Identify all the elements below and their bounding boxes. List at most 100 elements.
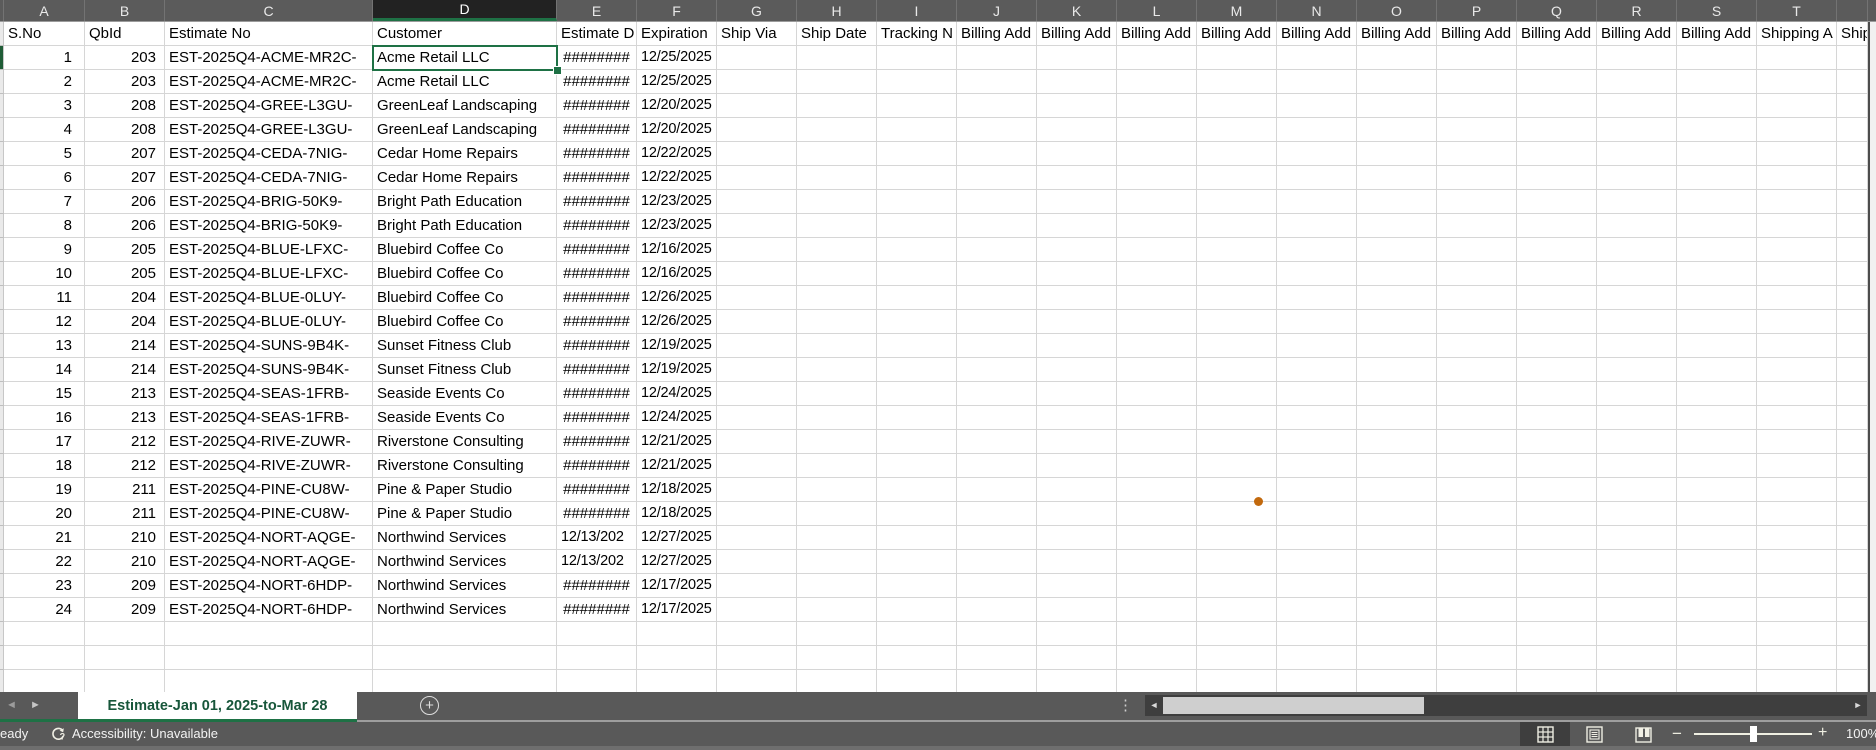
cell-T9[interactable] (1757, 214, 1837, 238)
cell-D11[interactable]: Bluebird Coffee Co (373, 262, 557, 286)
cell-K17[interactable] (1037, 406, 1117, 430)
prev-sheet-arrow-icon[interactable]: ◄ (6, 697, 17, 714)
cell-E2[interactable]: ######## (557, 46, 637, 70)
cell-A20[interactable]: 19 (4, 478, 85, 502)
accessibility-status-label[interactable]: Accessibility: Unavailable (72, 726, 218, 741)
cell-O27[interactable] (1357, 646, 1437, 670)
cell-A5[interactable]: 4 (4, 118, 85, 142)
cell-R28[interactable] (1597, 670, 1677, 692)
cell-M2[interactable] (1197, 46, 1277, 70)
cell-M22[interactable] (1197, 526, 1277, 550)
cell-T1[interactable]: Shipping A (1757, 22, 1837, 46)
cell-A8[interactable]: 7 (4, 190, 85, 214)
cell-M18[interactable] (1197, 430, 1277, 454)
cell-F27[interactable] (637, 646, 717, 670)
cell-E3[interactable]: ######## (557, 70, 637, 94)
cell-E24[interactable]: ######## (557, 574, 637, 598)
cell-S25[interactable] (1677, 598, 1757, 622)
cell-A4[interactable]: 3 (4, 94, 85, 118)
cell-J22[interactable] (957, 526, 1037, 550)
cell-M7[interactable] (1197, 166, 1277, 190)
cell-C4[interactable]: EST-2025Q4-GREE-L3GU- (165, 94, 373, 118)
cell-N15[interactable] (1277, 358, 1357, 382)
cell-U11[interactable] (1837, 262, 1868, 286)
cell-N9[interactable] (1277, 214, 1357, 238)
cell-H21[interactable] (797, 502, 877, 526)
cell-F7[interactable]: 12/22/2025 (637, 166, 717, 190)
cell-F1[interactable]: Expiration (637, 22, 717, 46)
cell-D23[interactable]: Northwind Services (373, 550, 557, 574)
cell-H27[interactable] (797, 646, 877, 670)
cell-Q27[interactable] (1517, 646, 1597, 670)
cell-B23[interactable]: 210 (85, 550, 165, 574)
column-header-O[interactable]: O (1357, 0, 1437, 21)
cell-L27[interactable] (1117, 646, 1197, 670)
cell-O12[interactable] (1357, 286, 1437, 310)
cell-C12[interactable]: EST-2025Q4-BLUE-0LUY- (165, 286, 373, 310)
cell-R8[interactable] (1597, 190, 1677, 214)
cell-U20[interactable] (1837, 478, 1868, 502)
cell-R18[interactable] (1597, 430, 1677, 454)
cell-T7[interactable] (1757, 166, 1837, 190)
cell-N1[interactable]: Billing Add (1277, 22, 1357, 46)
cell-I2[interactable] (877, 46, 957, 70)
cell-U15[interactable] (1837, 358, 1868, 382)
cell-T16[interactable] (1757, 382, 1837, 406)
cell-D24[interactable]: Northwind Services (373, 574, 557, 598)
cell-A16[interactable]: 15 (4, 382, 85, 406)
column-header-R[interactable]: R (1597, 0, 1677, 21)
cell-L5[interactable] (1117, 118, 1197, 142)
cell-F23[interactable]: 12/27/2025 (637, 550, 717, 574)
cell-S22[interactable] (1677, 526, 1757, 550)
cell-R14[interactable] (1597, 334, 1677, 358)
cell-I21[interactable] (877, 502, 957, 526)
cell-F20[interactable]: 12/18/2025 (637, 478, 717, 502)
column-header-F[interactable]: F (637, 0, 717, 21)
page-layout-view-button[interactable] (1578, 722, 1610, 746)
cell-T13[interactable] (1757, 310, 1837, 334)
cell-N2[interactable] (1277, 46, 1357, 70)
cell-C28[interactable] (165, 670, 373, 692)
cell-U25[interactable] (1837, 598, 1868, 622)
cell-S6[interactable] (1677, 142, 1757, 166)
cell-C8[interactable]: EST-2025Q4-BRIG-50K9- (165, 190, 373, 214)
cell-T12[interactable] (1757, 286, 1837, 310)
cell-D28[interactable] (373, 670, 557, 692)
column-header-E[interactable]: E (557, 0, 637, 21)
cell-S18[interactable] (1677, 430, 1757, 454)
cell-Q14[interactable] (1517, 334, 1597, 358)
cell-K14[interactable] (1037, 334, 1117, 358)
cell-K10[interactable] (1037, 238, 1117, 262)
cell-T17[interactable] (1757, 406, 1837, 430)
cell-U7[interactable] (1837, 166, 1868, 190)
cell-A19[interactable]: 18 (4, 454, 85, 478)
cell-I3[interactable] (877, 70, 957, 94)
cell-O8[interactable] (1357, 190, 1437, 214)
cell-D15[interactable]: Sunset Fitness Club (373, 358, 557, 382)
cell-D18[interactable]: Riverstone Consulting (373, 430, 557, 454)
cell-B13[interactable]: 204 (85, 310, 165, 334)
cell-K23[interactable] (1037, 550, 1117, 574)
horizontal-scroll-thumb[interactable] (1163, 697, 1424, 714)
cell-Q4[interactable] (1517, 94, 1597, 118)
cell-E21[interactable]: ######## (557, 502, 637, 526)
cell-M27[interactable] (1197, 646, 1277, 670)
cell-H4[interactable] (797, 94, 877, 118)
cell-L12[interactable] (1117, 286, 1197, 310)
cell-E8[interactable]: ######## (557, 190, 637, 214)
cell-G28[interactable] (717, 670, 797, 692)
cell-Q18[interactable] (1517, 430, 1597, 454)
cell-A21[interactable]: 20 (4, 502, 85, 526)
cell-B26[interactable] (85, 622, 165, 646)
cell-S21[interactable] (1677, 502, 1757, 526)
cell-K11[interactable] (1037, 262, 1117, 286)
cell-A24[interactable]: 23 (4, 574, 85, 598)
cell-I8[interactable] (877, 190, 957, 214)
cell-M11[interactable] (1197, 262, 1277, 286)
cell-T8[interactable] (1757, 190, 1837, 214)
cell-S12[interactable] (1677, 286, 1757, 310)
cell-M5[interactable] (1197, 118, 1277, 142)
cell-G9[interactable] (717, 214, 797, 238)
cell-Q5[interactable] (1517, 118, 1597, 142)
cell-A23[interactable]: 22 (4, 550, 85, 574)
